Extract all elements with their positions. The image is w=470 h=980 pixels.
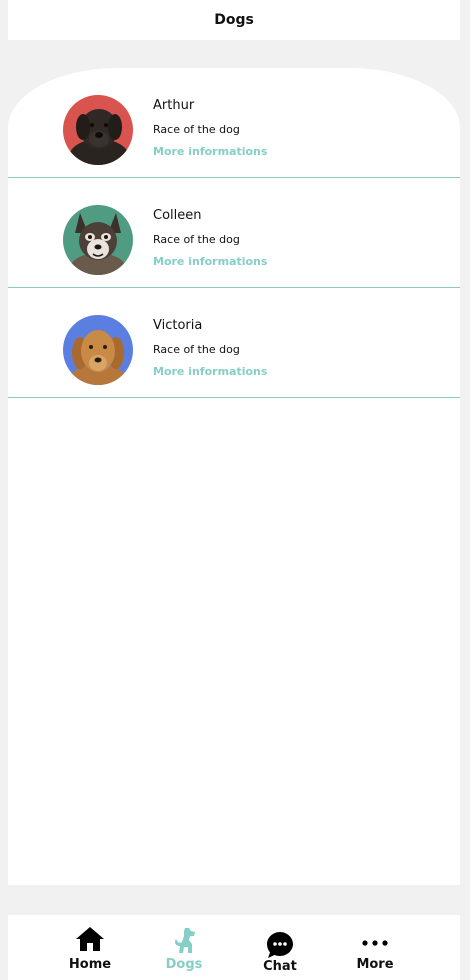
more-info-link[interactable]: More informations — [153, 255, 267, 269]
nav-item-dogs[interactable]: Dogs — [144, 915, 224, 980]
chat-icon — [267, 932, 293, 958]
dog-name: Arthur — [153, 98, 195, 113]
dog-race: Race of the dog — [153, 123, 240, 136]
page-title: Dogs — [214, 12, 254, 28]
dog-list: Arthur Race of the dog More informations — [8, 68, 460, 398]
dog-icon — [175, 928, 195, 953]
dog-avatar — [63, 95, 133, 165]
bottom-nav: Home Dogs Chat More — [8, 915, 460, 980]
golden-retriever-photo — [63, 315, 133, 385]
dog-name: Colleen — [153, 208, 202, 223]
list-item[interactable]: Arthur Race of the dog More informations — [8, 68, 460, 178]
home-icon — [76, 927, 104, 951]
dog-name: Victoria — [153, 318, 203, 333]
more-info-link[interactable]: More informations — [153, 365, 267, 379]
dog-race: Race of the dog — [153, 343, 240, 356]
app: Dogs Arthur Race of the dog More informa… — [0, 0, 470, 980]
dog-info: Arthur Race of the dog More informations — [153, 98, 267, 159]
nav-label: Home — [68, 957, 112, 972]
husky-photo — [63, 205, 133, 275]
black-labrador-photo — [63, 95, 133, 165]
nav-item-more[interactable]: More — [335, 915, 415, 980]
top-bar: Dogs — [8, 0, 460, 40]
nav-label: Dogs — [165, 957, 203, 972]
dog-avatar — [63, 315, 133, 385]
nav-label: Chat — [263, 959, 297, 974]
nav-item-chat[interactable]: Chat — [240, 915, 320, 980]
dog-race: Race of the dog — [153, 233, 240, 246]
dog-avatar — [63, 205, 133, 275]
dog-list-panel: Arthur Race of the dog More informations — [8, 68, 460, 885]
nav-label: More — [356, 957, 394, 972]
dog-info: Colleen Race of the dog More information… — [153, 208, 267, 269]
nav-item-home[interactable]: Home — [50, 915, 130, 980]
more-icon — [362, 940, 388, 946]
dog-info: Victoria Race of the dog More informatio… — [153, 318, 267, 379]
list-item[interactable]: Victoria Race of the dog More informatio… — [8, 288, 460, 398]
list-item[interactable]: Colleen Race of the dog More information… — [8, 178, 460, 288]
more-info-link[interactable]: More informations — [153, 145, 267, 159]
